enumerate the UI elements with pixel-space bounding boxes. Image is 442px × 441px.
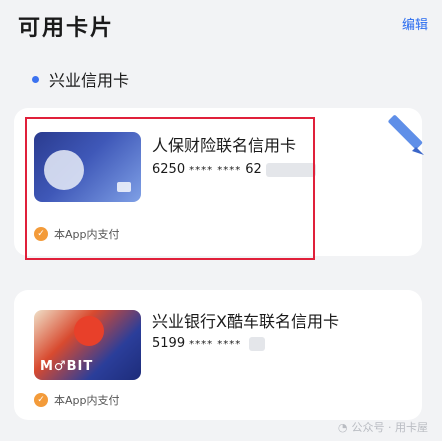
card-number-prefix: 6250 [152, 162, 186, 177]
pay-label: 本App内支付 [54, 228, 120, 241]
watermark: ◔ 公众号 · 用卡屋 [338, 419, 428, 435]
card-art-shape [74, 316, 104, 346]
bank-name: 兴业信用卡 [49, 71, 130, 90]
card-item-2[interactable]: M♂BIT 兴业银行X酷车联名信用卡 5199 **** **** ✓ 本App内… [14, 290, 422, 420]
check-circle-icon: ✓ [34, 227, 48, 241]
card-name: 人保财险联名信用卡 [152, 136, 297, 155]
card-number: 6250 **** **** 62 [152, 162, 316, 177]
pay-method: ✓ 本App内支付 [34, 392, 120, 408]
wechat-icon: ◔ [337, 420, 348, 434]
bank-label-row: 兴业信用卡 [32, 67, 129, 91]
watermark-text: 公众号 · 用卡屋 [351, 421, 429, 434]
card-art-shape [44, 150, 84, 190]
card-item-1[interactable]: 人保财险联名信用卡 6250 **** **** 62 ✓ 本App内支付 [14, 108, 422, 256]
card-name: 兴业银行X酷车联名信用卡 [152, 312, 339, 331]
card-number-tail: 62 [245, 162, 262, 177]
card-chip-icon [117, 182, 131, 192]
card-art-image: M♂BIT [34, 310, 141, 380]
pen-icon [388, 115, 424, 155]
edit-button[interactable]: 编辑 [402, 14, 428, 33]
redaction-block [265, 162, 316, 177]
pay-method: ✓ 本App内支付 [34, 226, 120, 242]
card-number-mask: **** **** [189, 339, 242, 350]
check-circle-icon: ✓ [34, 393, 48, 407]
card-number: 5199 **** **** [152, 336, 266, 351]
redaction-block [249, 336, 266, 351]
card-number-prefix: 5199 [152, 336, 186, 351]
card-number-mask: **** **** [189, 165, 242, 176]
bullet-dot-icon [32, 75, 39, 83]
card-art-text: M♂BIT [40, 359, 94, 374]
page-title: 可用卡片 [18, 16, 115, 41]
card-art-image [34, 132, 141, 202]
pay-label: 本App内支付 [54, 394, 120, 407]
